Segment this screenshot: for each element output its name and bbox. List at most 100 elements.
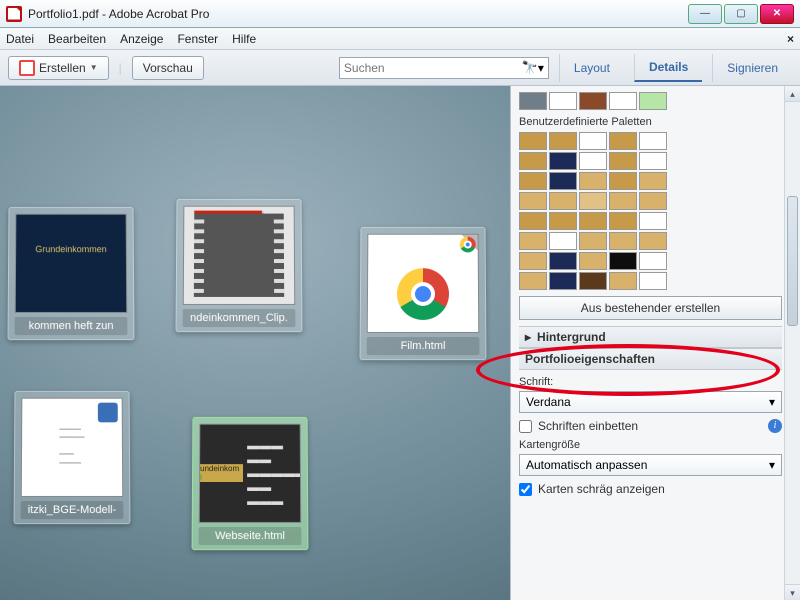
palette-chip[interactable] [579,252,607,270]
palette-chip[interactable] [549,132,577,150]
scrollbar-thumb[interactable] [787,196,798,326]
palette-chip[interactable] [579,212,607,230]
palette-chip[interactable] [519,212,547,230]
palette-chip[interactable] [639,212,667,230]
create-from-existing-button[interactable]: Aus bestehender erstellen [519,296,782,320]
palette-chip[interactable] [549,192,577,210]
palette-chip[interactable] [609,132,637,150]
portfolio-card[interactable]: ━━━━━━━━━━━━━━━━━━━━━━━ itzki_BGE-Modell… [14,391,131,524]
palette-chip[interactable] [579,172,607,190]
search-input[interactable] [344,61,522,75]
preview-label: Vorschau [143,61,193,75]
maximize-button[interactable]: ▢ [724,4,758,24]
palette-chip[interactable] [519,152,547,170]
card-label: kommen heft zun [15,317,128,335]
palette-chip[interactable] [639,152,667,170]
tab-layout[interactable]: Layout [559,54,624,82]
palette-chip[interactable] [519,192,547,210]
palette-chip[interactable] [609,212,637,230]
menu-anzeige[interactable]: Anzeige [120,32,163,46]
scroll-up-icon[interactable]: ▴ [785,86,800,102]
palette-chip[interactable] [519,232,547,250]
chevron-down-icon: ▼ [90,63,98,72]
checkbox-input[interactable] [519,483,532,496]
palette-chip[interactable] [519,252,547,270]
palette-chip[interactable] [549,252,577,270]
info-icon[interactable]: i [768,419,782,433]
portfolio-card[interactable]: Grundeinkommen kommen heft zun [8,207,135,340]
palette-chip[interactable] [579,232,607,250]
menubar-close-icon[interactable]: × [787,32,794,46]
section-portfolio-properties: Portfolioeigenschaften [519,348,782,370]
font-select[interactable]: Verdana ▾ [519,391,782,413]
palette-chip[interactable] [609,192,637,210]
card-label: Film.html [367,337,480,355]
thumbnail: ━━━━━━━━━━━━━━━━━━━━━━━ [21,398,123,497]
palette-chip[interactable] [609,152,637,170]
palette-chip[interactable] [549,172,577,190]
palette-chip[interactable] [609,232,637,250]
close-button[interactable]: ✕ [760,4,794,24]
palette-chip[interactable] [639,172,667,190]
search-box[interactable]: 🔭 ▾ [339,57,549,79]
palette-chip[interactable] [579,132,607,150]
preview-button[interactable]: Vorschau [132,56,204,80]
palette-chip[interactable] [609,252,637,270]
palette-chip[interactable] [519,172,547,190]
palette-chip[interactable] [519,132,547,150]
menu-bearbeiten[interactable]: Bearbeiten [48,32,106,46]
section-user-palettes: Benutzerdefinierte Paletten [519,116,782,128]
portfolio-card-selected[interactable]: grundeinkom 🟢 ▬▬▬ ▬▬▬▬▬▬▬▬▬ ▬▬▬ Webseite… [192,417,309,550]
thumbnail [183,206,296,305]
palette-chip[interactable] [639,92,667,110]
palette-chip[interactable] [639,232,667,250]
palette-chip[interactable] [639,192,667,210]
tab-details[interactable]: Details [634,54,702,82]
card-size-select[interactable]: Automatisch anpassen ▾ [519,454,782,476]
palette-preset-row [519,92,782,110]
palette-chip[interactable] [609,172,637,190]
palette-chip[interactable] [579,152,607,170]
portfolio-card[interactable]: ndeinkommen_Clip. [176,199,303,332]
chevron-down-icon: ▾ [769,395,775,409]
thumbnail [367,234,480,333]
thumbnail: grundeinkom 🟢 ▬▬▬ ▬▬▬▬▬▬▬▬▬ ▬▬▬ [199,424,301,523]
palette-chip[interactable] [639,272,667,290]
accordion-background[interactable]: ▸ Hintergrund [519,326,782,348]
card-label: itzki_BGE-Modell- [21,501,124,519]
checkbox-skew-cards[interactable]: Karten schräg anzeigen [519,482,782,496]
card-label: Webseite.html [199,527,302,545]
palette-chip[interactable] [579,272,607,290]
palette-chip[interactable] [639,252,667,270]
palette-chip[interactable] [549,92,577,110]
palette-chip[interactable] [579,192,607,210]
palette-chip[interactable] [519,272,547,290]
scroll-down-icon[interactable]: ▾ [785,584,800,600]
chevron-down-icon[interactable]: ▾ [538,61,544,75]
palette-chip[interactable] [549,232,577,250]
vertical-scrollbar[interactable]: ▴ ▾ [784,86,800,600]
palette-chip[interactable] [579,92,607,110]
create-button[interactable]: Erstellen ▼ [8,56,109,80]
label-card-size: Kartengröße [519,439,782,451]
palette-chip[interactable] [549,212,577,230]
palette-chip[interactable] [549,272,577,290]
portfolio-canvas[interactable]: Grundeinkommen kommen heft zun ndeinkomm… [0,86,510,600]
menu-datei[interactable]: Datei [6,32,34,46]
palette-chip[interactable] [639,132,667,150]
binoculars-icon[interactable]: 🔭 [522,60,538,76]
palette-chip[interactable] [609,272,637,290]
tab-sign[interactable]: Signieren [712,54,792,82]
label-font: Schrift: [519,376,782,388]
portfolio-card[interactable]: Film.html [360,227,487,360]
card-label: ndeinkommen_Clip. [183,309,296,327]
checkbox-input[interactable] [519,420,532,433]
palette-chip[interactable] [519,92,547,110]
window-titlebar: Portfolio1.pdf - Adobe Acrobat Pro — ▢ ✕ [0,0,800,28]
checkbox-embed-fonts[interactable]: Schriften einbetten i [519,419,782,433]
palette-chip[interactable] [549,152,577,170]
palette-chip[interactable] [609,92,637,110]
minimize-button[interactable]: — [688,4,722,24]
menu-hilfe[interactable]: Hilfe [232,32,256,46]
menu-fenster[interactable]: Fenster [177,32,218,46]
